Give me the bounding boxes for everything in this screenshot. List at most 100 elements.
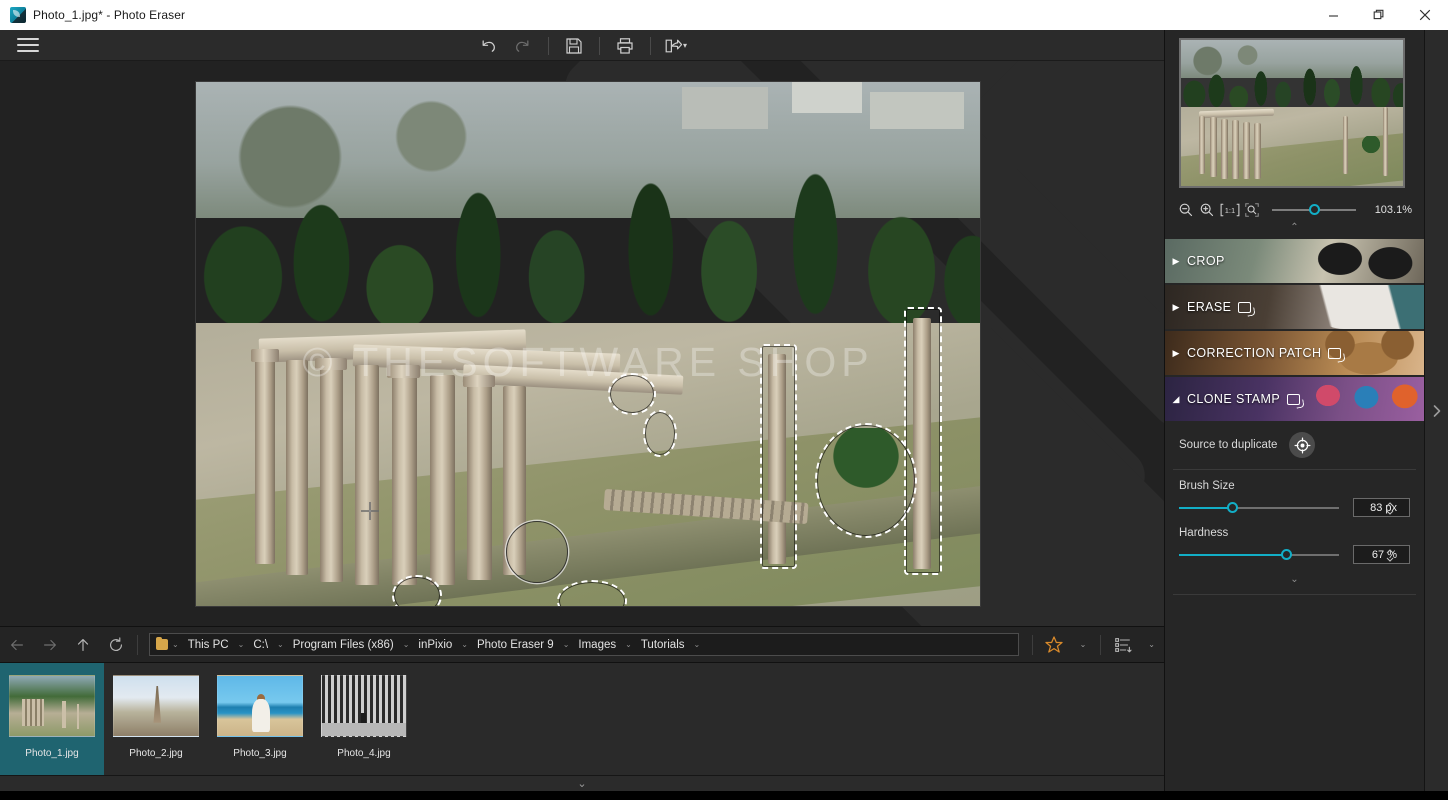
panel-correction-patch[interactable]: ▶ CORRECTION PATCH (1165, 331, 1424, 375)
brush-size-handle[interactable] (1227, 502, 1238, 513)
breadcrumb-item-3[interactable]: inPixio (411, 639, 459, 651)
breadcrumb-item-1[interactable]: C:\ (246, 639, 275, 651)
back-arrow-icon[interactable] (0, 626, 33, 663)
clone-body-bottom-divider (1173, 594, 1416, 595)
breadcrumb-item-4[interactable]: Photo Eraser 9 (470, 639, 561, 651)
thumbnail-image[interactable] (217, 675, 303, 737)
breadcrumb[interactable]: ⌄ This PC ⌄ C:\ ⌄ Program Files (x86) ⌄ … (149, 633, 1019, 656)
thumbnail-label: Photo_4.jpg (337, 748, 390, 759)
zoom-out-icon[interactable] (1177, 201, 1195, 219)
forward-arrow-icon[interactable] (33, 626, 66, 663)
image-canvas[interactable]: © THESOFTWARE SHOP (0, 61, 1164, 626)
clone-expand-arrow[interactable]: ◢ (1165, 394, 1187, 405)
edited-photo[interactable]: © THESOFTWARE SHOP (196, 82, 980, 606)
redo-icon[interactable] (506, 30, 540, 61)
breadcrumb-item-5[interactable]: Images (571, 639, 623, 651)
temple-capital-1 (251, 349, 279, 362)
selection-ellipse-2[interactable] (643, 410, 677, 457)
breadcrumb-chevron-2[interactable]: ⌄ (275, 640, 286, 649)
print-icon[interactable] (608, 30, 642, 61)
zoom-slider-handle[interactable] (1309, 204, 1320, 215)
thumbnail-label: Photo_3.jpg (233, 748, 286, 759)
breadcrumb-chevron-4[interactable]: ⌄ (459, 640, 470, 649)
breadcrumb-item-0[interactable]: This PC (181, 639, 236, 651)
thumbnail-label: Photo_1.jpg (25, 748, 78, 759)
breadcrumb-chevron-7[interactable]: ⌄ (692, 640, 703, 649)
app-logo-icon (10, 7, 26, 23)
breadcrumb-item-2[interactable]: Program Files (x86) (286, 639, 401, 651)
thumbnail-image[interactable] (9, 675, 95, 737)
navigator-collapse-chevron[interactable]: ⌃ (1165, 223, 1424, 237)
save-icon[interactable] (557, 30, 591, 61)
filebar-divider-1 (137, 635, 138, 655)
hardness-spin-arrows[interactable] (1386, 547, 1394, 564)
source-to-duplicate-label: Source to duplicate (1179, 439, 1277, 451)
erase-expand-arrow[interactable]: ▶ (1165, 302, 1187, 313)
selection-column-right[interactable] (904, 307, 942, 574)
zoom-slider[interactable] (1272, 201, 1356, 219)
hardness-stepper[interactable]: 67 % (1353, 545, 1410, 564)
bottom-collapse-bar[interactable]: ⌄ (0, 775, 1164, 791)
navigator-preview[interactable] (1179, 38, 1405, 188)
hardness-handle[interactable] (1281, 549, 1292, 560)
preview-standalone-column-right (1383, 107, 1388, 176)
actual-size-button[interactable]: 1:1 (1219, 201, 1241, 219)
list-item[interactable]: Photo_3.jpg (208, 663, 312, 775)
chevron-down-icon[interactable]: ⌄ (577, 777, 586, 790)
hardness-fill (1179, 554, 1286, 556)
clone-preset-badge-icon[interactable] (1287, 394, 1300, 405)
list-item[interactable]: Photo_1.jpg (0, 663, 104, 775)
temple-column-2 (286, 360, 308, 575)
clone-panel-art (1304, 377, 1424, 421)
preview-column-3 (1221, 119, 1228, 179)
thumbnail-image[interactable] (321, 675, 407, 737)
panel-collapse-toggle[interactable] (1424, 30, 1448, 791)
zoom-in-icon[interactable] (1198, 201, 1216, 219)
undo-icon[interactable] (472, 30, 506, 61)
toolbar-divider-1 (548, 37, 549, 55)
brush-size-slider[interactable] (1179, 500, 1339, 516)
panel-erase[interactable]: ▶ ERASE (1165, 285, 1424, 329)
brush-size-stepper[interactable]: 83 px (1353, 498, 1410, 517)
view-options-caret[interactable]: ⌄ (1139, 640, 1164, 649)
star-icon[interactable] (1038, 626, 1071, 663)
brush-size-spin-arrows[interactable] (1386, 500, 1394, 517)
share-dropdown-caret[interactable]: ▾ (683, 41, 687, 50)
breadcrumb-chevron-1[interactable]: ⌄ (236, 640, 247, 649)
list-item[interactable]: Photo_4.jpg (312, 663, 416, 775)
preview-standalone-column-left (1343, 116, 1348, 174)
selection-ellipse-1[interactable] (608, 373, 657, 415)
sort-list-icon[interactable] (1106, 626, 1139, 663)
target-icon[interactable] (1289, 432, 1315, 458)
selection-palm[interactable] (815, 423, 917, 538)
minimize-button[interactable] (1310, 0, 1356, 30)
erase-preset-badge-icon[interactable] (1238, 302, 1251, 313)
share-icon[interactable]: ▾ (659, 30, 693, 61)
clone-source-crosshair (360, 501, 380, 526)
maximize-restore-button[interactable] (1356, 0, 1402, 30)
breadcrumb-item-6[interactable]: Tutorials (634, 639, 692, 651)
selection-column-left[interactable] (760, 344, 796, 569)
thumbnail-image[interactable] (113, 675, 199, 737)
breadcrumb-chevron-0[interactable]: ⌄ (170, 640, 181, 649)
patch-expand-arrow[interactable]: ▶ (1165, 348, 1187, 359)
close-button[interactable] (1402, 0, 1448, 30)
patch-preset-badge-icon[interactable] (1328, 348, 1341, 359)
breadcrumb-chevron-3[interactable]: ⌄ (401, 640, 412, 649)
temple-column-5 (392, 370, 417, 585)
panel-crop[interactable]: ▶ CROP (1165, 239, 1424, 283)
list-item[interactable]: Photo_2.jpg (104, 663, 208, 775)
panel-clone-stamp[interactable]: ◢ CLONE STAMP (1165, 377, 1424, 421)
up-arrow-icon[interactable] (66, 626, 99, 663)
breadcrumb-chevron-5[interactable]: ⌄ (561, 640, 572, 649)
bottom-black-strip (0, 791, 1448, 800)
refresh-icon[interactable] (99, 626, 132, 663)
favorites-caret[interactable]: ⌄ (1071, 640, 1096, 649)
crop-expand-arrow[interactable]: ▶ (1165, 256, 1187, 267)
fit-to-screen-icon[interactable] (1243, 201, 1261, 219)
preview-column-1 (1199, 116, 1206, 174)
breadcrumb-chevron-6[interactable]: ⌄ (623, 640, 634, 649)
panel-label-crop: CROP (1187, 254, 1225, 268)
clone-stamp-collapse-chevron[interactable]: ⌄ (1165, 574, 1424, 585)
hardness-slider[interactable] (1179, 547, 1339, 563)
